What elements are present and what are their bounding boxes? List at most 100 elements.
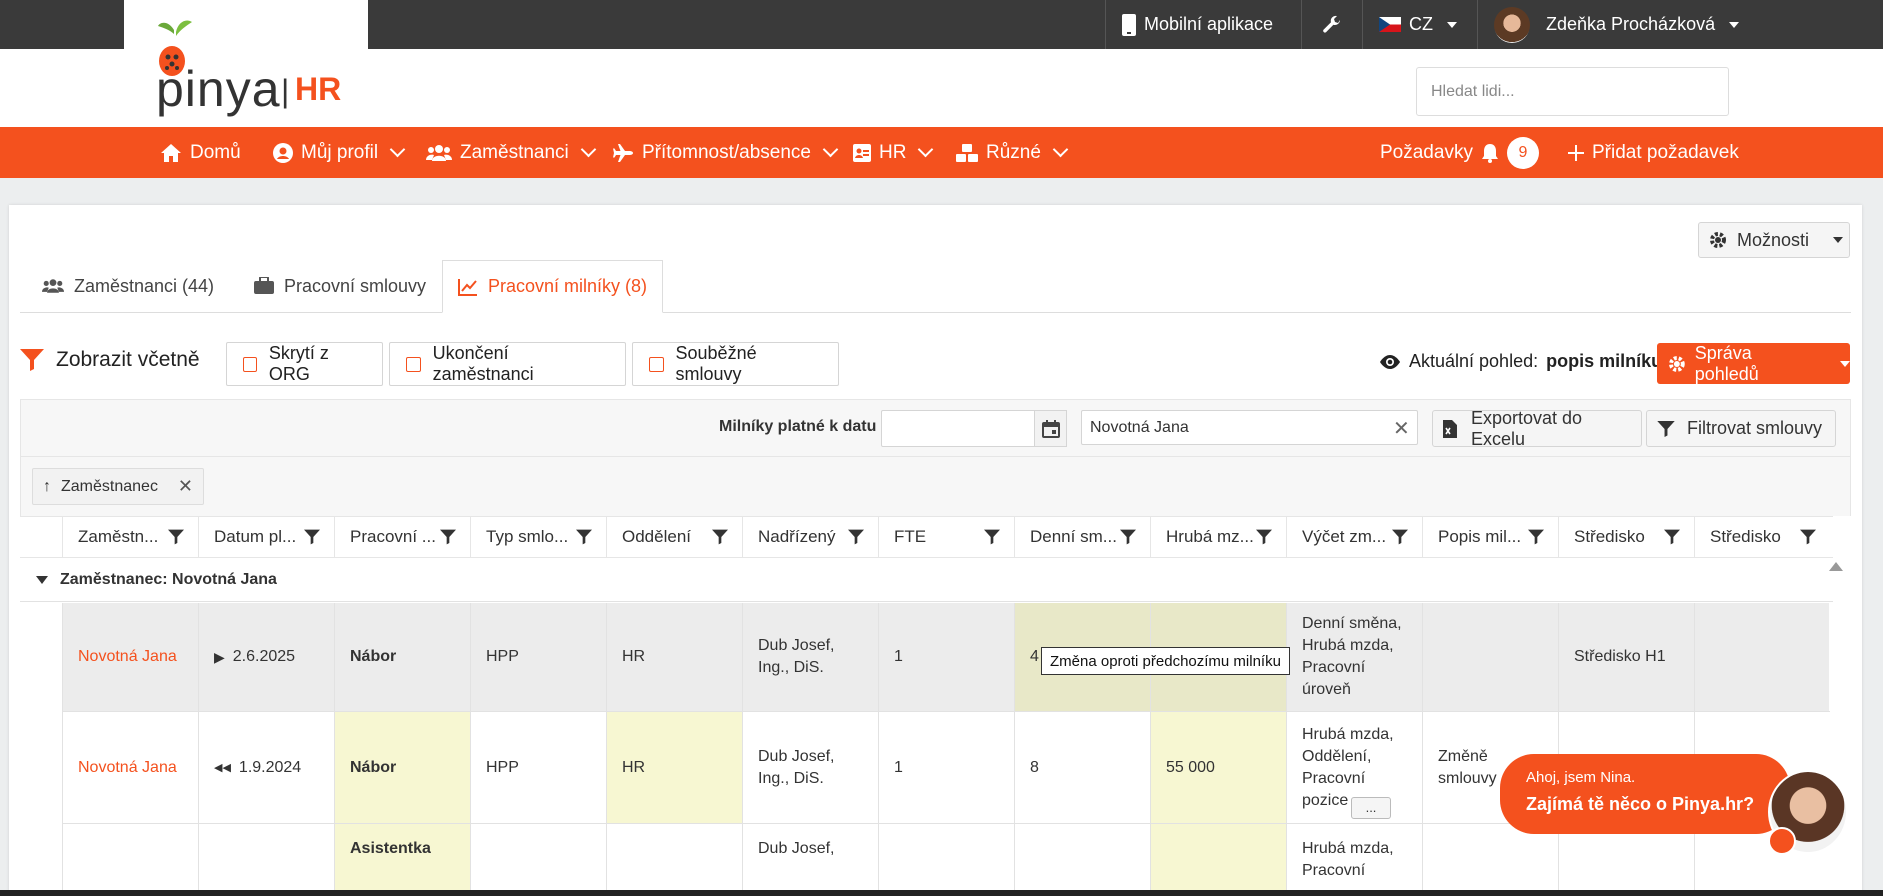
users-icon [426, 144, 452, 161]
options-button[interactable]: Možnosti [1698, 222, 1850, 258]
filter-contracts-button[interactable]: Filtrovat smlouvy [1646, 410, 1836, 447]
nav-misc[interactable]: Různé [956, 127, 1069, 178]
table-cell-employee[interactable]: Novotná Jana [62, 603, 198, 712]
filter-icon[interactable] [712, 529, 728, 545]
column-header[interactable]: Oddělení [606, 516, 742, 558]
filter-icon[interactable] [304, 529, 320, 545]
nav-employees[interactable]: Zaměstnanci [426, 127, 597, 178]
tools-button[interactable] [1301, 0, 1362, 49]
user-circle-icon [273, 142, 293, 163]
nav-requests[interactable]: Požadavky 9 [1380, 127, 1539, 178]
caret-down-icon [1447, 21, 1457, 28]
caret-down-icon [1833, 237, 1844, 243]
table-cell-contract [470, 824, 606, 896]
nav-home[interactable]: Domů [160, 127, 241, 178]
nav-hr[interactable]: HR [853, 127, 934, 178]
column-header[interactable]: Datum pl... [198, 516, 334, 558]
filter-icon[interactable] [1256, 529, 1272, 545]
checkbox-label: Souběžné smlouvy [675, 343, 757, 384]
column-header-label: Zaměstn... [78, 527, 159, 546]
nav-attendance-label: Přítomnost/absence [642, 141, 811, 163]
filter-icon[interactable] [1120, 529, 1136, 545]
table-cell-department [606, 824, 742, 896]
filter-icon[interactable] [1664, 529, 1680, 545]
table-cell-employee[interactable] [62, 824, 198, 896]
table-cell-center [1558, 824, 1694, 896]
column-header-label: Pracovní ... [350, 527, 436, 546]
filter-icon[interactable] [168, 529, 184, 545]
checkbox-box[interactable] [406, 356, 421, 372]
calendar-button[interactable] [1034, 410, 1067, 447]
language-label: CZ [1409, 14, 1433, 34]
employee-filter-input[interactable]: Novotná Jana [1081, 410, 1418, 445]
column-header[interactable]: FTE [878, 516, 1014, 558]
filter-contracts-label: Filtrovat smlouvy [1687, 418, 1823, 438]
chat-bubble[interactable]: Ahoj, jsem Nina. Zajímá tě něco o Pinya.… [1500, 754, 1790, 834]
filter-icon[interactable] [440, 529, 456, 545]
column-header[interactable]: Zaměstn... [62, 516, 198, 558]
column-header[interactable]: Denní sm... [1014, 516, 1150, 558]
checkbox-box[interactable] [649, 356, 664, 372]
column-header-label: Středisko [1710, 527, 1781, 546]
column-header[interactable]: Typ smlo... [470, 516, 606, 558]
table-cell-fte: 1 [878, 603, 1014, 712]
add-request-button[interactable]: Přidat požadavek [1568, 127, 1739, 178]
eye-icon [1380, 354, 1400, 369]
table-cell-contract: HPP [470, 712, 606, 824]
group-row[interactable]: Zaměstnanec: Novotná Jana [20, 558, 1833, 602]
checkbox-terminated-employees[interactable]: Ukončení zaměstnanci [389, 342, 626, 386]
export-excel-button[interactable]: Exportovat do Excelu [1432, 408, 1642, 449]
filter-icon[interactable] [984, 529, 1000, 545]
column-header[interactable]: Nadřízený [742, 516, 878, 558]
remove-group-icon[interactable]: ✕ [178, 476, 193, 497]
table-cell-position: Nábor [334, 712, 470, 824]
mobile-app-link[interactable]: Mobilní aplikace [1105, 0, 1301, 49]
date-filter-label: Milníky platné k datu [719, 418, 877, 435]
table-cell-manager: Dub Josef, Ing., DiS. [742, 712, 878, 824]
scroll-up-icon[interactable] [1829, 562, 1843, 571]
column-header[interactable]: Výčet zm... [1286, 516, 1422, 558]
filter-icon[interactable] [1528, 529, 1544, 545]
nav-my-profile[interactable]: Můj profil [273, 127, 406, 178]
table-cell-daily: 8 [1014, 712, 1150, 824]
table-cell-department: HR [606, 712, 742, 824]
column-header[interactable]: Středisko [1694, 516, 1830, 558]
filter-icon[interactable] [1800, 529, 1816, 545]
checkbox-hidden-from-org[interactable]: Skrytí z ORG [226, 342, 383, 386]
column-header[interactable]: Popis mil... [1422, 516, 1558, 558]
filter-icon[interactable] [576, 529, 592, 545]
column-header-label: FTE [894, 527, 927, 546]
manage-views-button[interactable]: Správa pohledů [1657, 343, 1850, 384]
caret-down-icon[interactable] [36, 575, 48, 584]
tab-contracts[interactable]: Pracovní smlouvy [234, 260, 446, 312]
more-changes-button[interactable]: ... [1351, 797, 1391, 819]
checkbox-box[interactable] [243, 356, 257, 372]
tab-milestones[interactable]: Pracovní milníky (8) [442, 260, 663, 313]
language-select[interactable]: CZ [1362, 0, 1477, 49]
add-request-label: Přidat požadavek [1592, 141, 1739, 163]
group-row-label: Zaměstnanec: Novotná Jana [60, 570, 277, 588]
table-cell-date: ◀◀ 1.9.2024 [198, 712, 334, 824]
checkbox-concurrent-contracts[interactable]: Souběžné smlouvy [632, 342, 839, 386]
cell-text: 1 [894, 648, 903, 665]
filter-icon[interactable] [1392, 529, 1408, 545]
filter-icon [20, 349, 44, 371]
group-chip-employee[interactable]: ↑ Zaměstnanec ✕ [32, 468, 204, 505]
chevron-down-icon [1052, 141, 1069, 158]
filter-icon [1657, 420, 1675, 437]
column-header[interactable]: Pracovní ... [334, 516, 470, 558]
column-header[interactable]: Hrubá mz... [1150, 516, 1286, 558]
id-badge-icon [853, 143, 871, 162]
table-cell-center: Středisko H1 [1558, 603, 1694, 712]
tab-employees[interactable]: Zaměstnanci (44) [22, 260, 234, 312]
nav-attendance[interactable]: Přítomnost/absence [612, 127, 839, 178]
column-header[interactable]: Středisko [1558, 516, 1694, 558]
filter-icon[interactable] [848, 529, 864, 545]
chat-icon[interactable] [1768, 827, 1796, 855]
clear-filter-icon[interactable]: ✕ [1393, 416, 1410, 441]
chevron-down-icon [918, 141, 934, 158]
user-menu[interactable]: Zdeňka Procházková [1477, 0, 1883, 49]
current-view: Aktuální pohled: popis milníku [1379, 351, 1662, 372]
people-search-input[interactable] [1416, 67, 1729, 116]
table-cell-employee[interactable]: Novotná Jana [62, 712, 198, 824]
